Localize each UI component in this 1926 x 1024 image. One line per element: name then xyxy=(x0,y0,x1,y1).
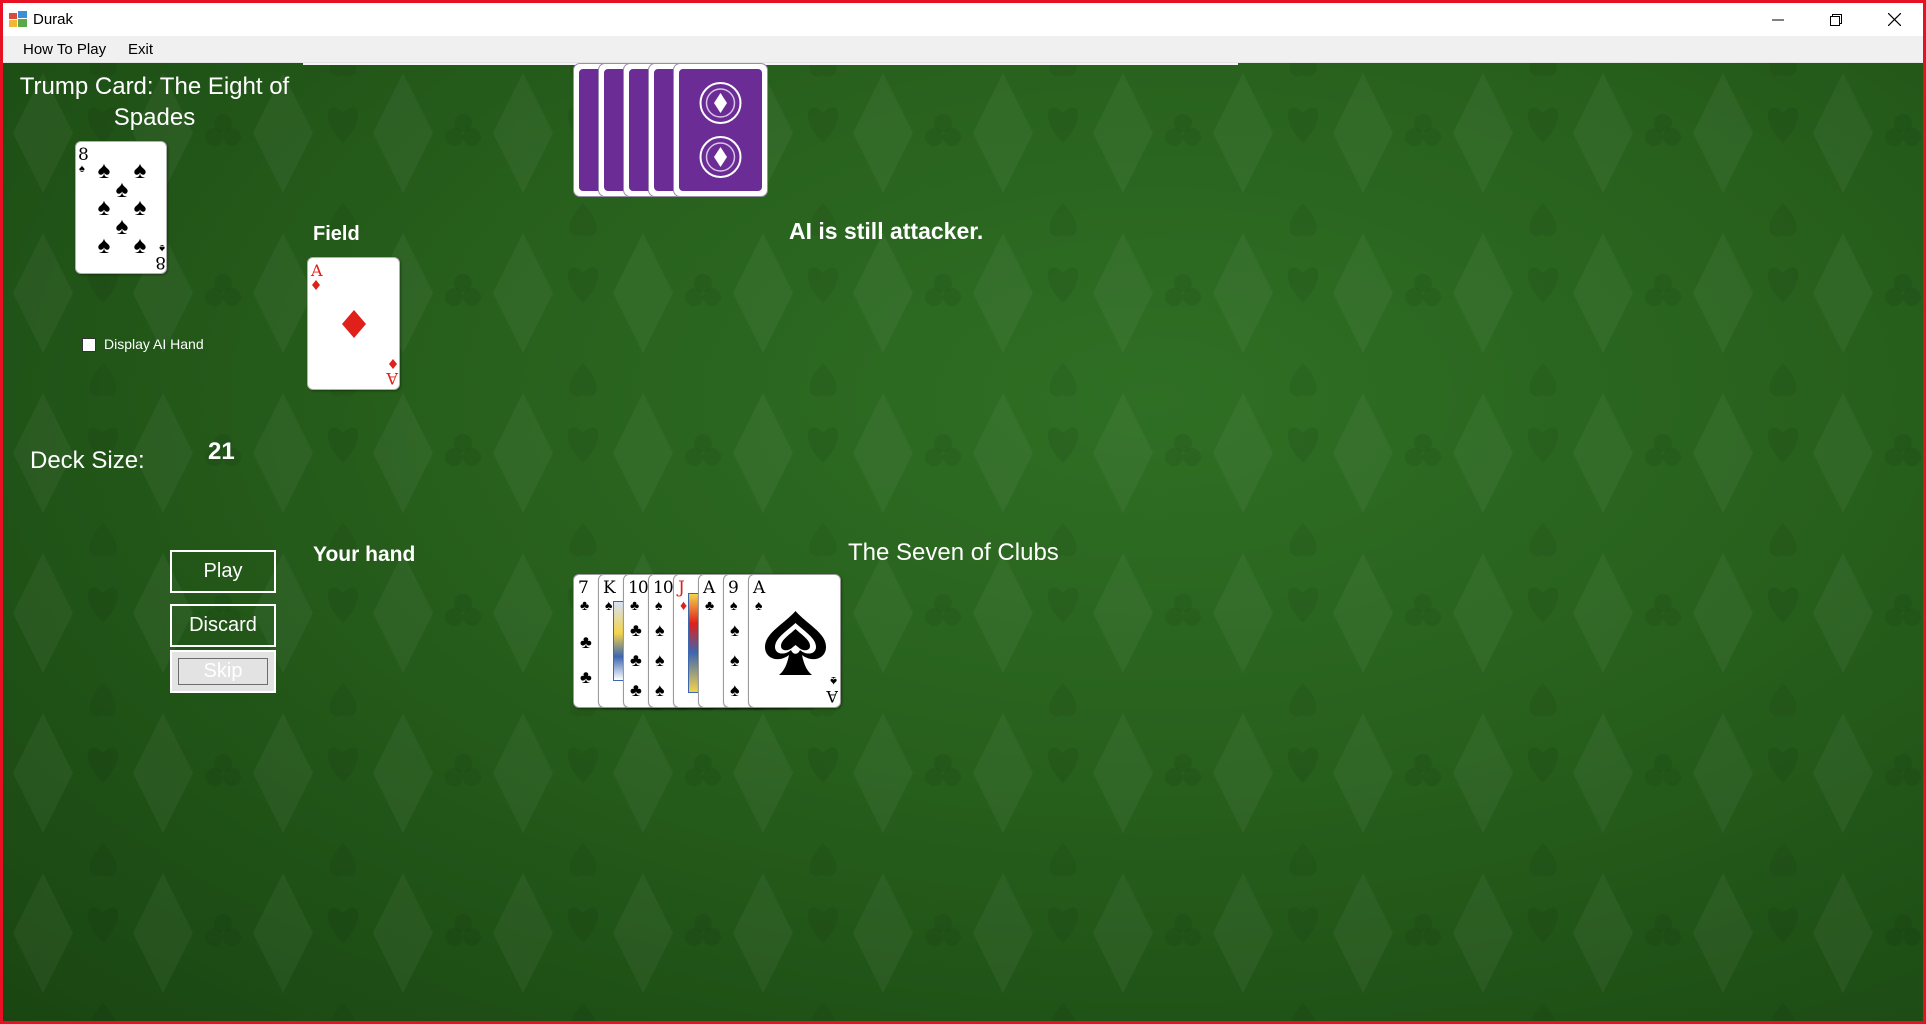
title-bar: Durak xyxy=(3,3,1923,36)
deck-size-label: Deck Size: xyxy=(30,447,145,474)
display-ai-hand-label: Display AI Hand xyxy=(104,336,204,352)
club-icon: ♣ xyxy=(580,597,590,613)
restore-button[interactable] xyxy=(1807,3,1865,36)
close-button[interactable] xyxy=(1865,3,1923,36)
deck-size-value: 21 xyxy=(208,438,235,465)
spade-icon: ♠ xyxy=(655,597,663,613)
hand-card-rank: A xyxy=(703,578,715,598)
svg-text:8: 8 xyxy=(155,252,166,272)
svg-text:♠: ♠ xyxy=(116,213,129,240)
skip-button-label: Skip xyxy=(203,660,243,682)
svg-text:8: 8 xyxy=(78,145,89,165)
svg-text:A: A xyxy=(310,261,323,280)
turn-status-message: AI is still attacker. xyxy=(789,218,984,244)
hand-card-rank: K xyxy=(603,578,616,598)
hand-card-rank: 10 xyxy=(628,578,649,598)
selected-card-name: The Seven of Clubs xyxy=(848,539,1059,566)
close-icon xyxy=(1887,13,1901,26)
hand-card-rank: 10 xyxy=(653,578,674,598)
svg-text:♠: ♠ xyxy=(134,194,147,221)
ai-hand-area-edge xyxy=(303,63,1238,65)
club-icon: ♣ xyxy=(580,667,592,687)
spade-icon: ♠ xyxy=(730,680,740,700)
diamond-icon: A A xyxy=(310,261,399,388)
club-icon: ♣ xyxy=(630,680,642,700)
hand-card-rank: J xyxy=(678,578,685,598)
durak-window: Durak How To Play Exit Trump Card: The E… xyxy=(0,0,1926,1024)
spade-icon: ♠ xyxy=(730,620,740,640)
club-icon: ♣ xyxy=(705,597,715,613)
svg-text:♠: ♠ xyxy=(79,163,85,175)
card-back-emblem-icon xyxy=(699,82,742,178)
trump-title: Trump Card: The Eight of Spades xyxy=(19,73,290,131)
club-icon: ♣ xyxy=(630,620,642,640)
svg-text:♠: ♠ xyxy=(159,242,165,254)
restore-icon xyxy=(1830,13,1842,26)
your-hand-label: Your hand xyxy=(313,543,416,566)
menu-exit[interactable]: Exit xyxy=(125,41,156,58)
ai-card-back xyxy=(673,63,768,197)
svg-text:A: A xyxy=(386,369,399,388)
svg-text:♠: ♠ xyxy=(134,157,147,184)
minimize-button[interactable] xyxy=(1749,3,1807,36)
spade-icon: ♠ xyxy=(605,597,613,613)
club-icon: ♣ xyxy=(580,632,592,652)
large-spade-icon: A ♠ xyxy=(765,611,839,706)
svg-text:♠: ♠ xyxy=(134,232,147,259)
hand-card-rank: 9 xyxy=(728,578,739,598)
diamond-icon: ♦ xyxy=(680,597,688,613)
spade-icon: ♠ xyxy=(655,620,665,640)
svg-text:♠: ♠ xyxy=(830,674,837,689)
svg-text:♠: ♠ xyxy=(98,194,111,221)
field-label: Field xyxy=(313,223,360,245)
menu-how-to-play[interactable]: How To Play xyxy=(20,41,109,58)
hand-card-ace-of-spades[interactable]: A ♠ A ♠ xyxy=(748,574,841,708)
club-icon: ♣ xyxy=(630,650,642,670)
hand-card-rank: 7 xyxy=(578,578,589,598)
discard-button[interactable]: Discard xyxy=(170,604,276,647)
spade-icon: ♠ xyxy=(655,650,665,670)
spade-icon: ♠ xyxy=(730,650,740,670)
game-table: Trump Card: The Eight of Spades 8 ♠ ♠ ♠ ♠… xyxy=(3,63,1923,1021)
club-icon: ♣ xyxy=(630,597,640,613)
skip-button[interactable]: Skip xyxy=(170,650,276,693)
svg-text:♠: ♠ xyxy=(98,157,111,184)
svg-text:♠: ♠ xyxy=(116,176,129,203)
menu-bar: How To Play Exit xyxy=(3,36,1923,63)
play-button[interactable]: Play xyxy=(170,550,276,593)
field-card-ace-of-diamonds[interactable]: A A xyxy=(307,257,400,390)
minimize-icon xyxy=(1772,19,1784,20)
spade-icon: ♠ xyxy=(730,597,738,613)
app-icon xyxy=(9,11,27,27)
window-title: Durak xyxy=(33,11,74,28)
svg-text:♠: ♠ xyxy=(98,232,111,259)
display-ai-hand-checkbox[interactable] xyxy=(82,338,96,352)
trump-card-eight-of-spades: 8 ♠ ♠ ♠ ♠ ♠ ♠ ♠ ♠ ♠ 8 ♠ xyxy=(75,141,167,274)
spade-icon: ♠ xyxy=(655,680,665,700)
spade-pips-icon: 8 ♠ ♠ ♠ ♠ ♠ ♠ ♠ ♠ ♠ 8 ♠ xyxy=(78,145,166,272)
